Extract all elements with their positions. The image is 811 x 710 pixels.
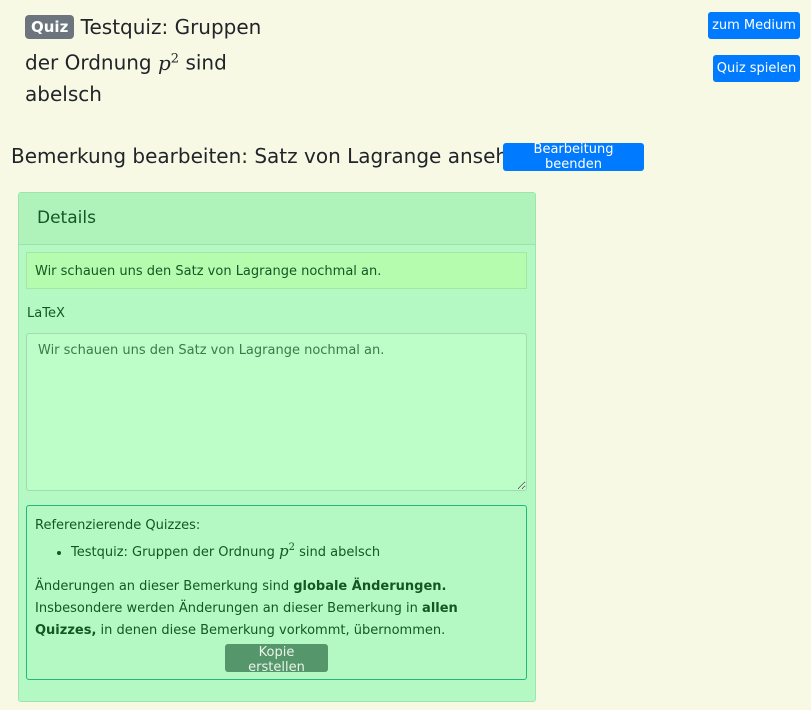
quiz-badge: Quiz <box>25 15 75 39</box>
ref-item[interactable]: Testquiz: Gruppen der Ordnung p2 sind ab… <box>71 537 518 564</box>
info-box: Referenzierende Quizzes: Testquiz: Grupp… <box>26 505 527 680</box>
details-card: Details Wir schauen uns den Satz von Lag… <box>18 192 536 702</box>
card-header: Details <box>19 193 535 245</box>
end-editing-button[interactable]: Bearbeitung beenden <box>503 142 644 172</box>
title-math: p2 <box>157 50 180 75</box>
quiz-spielen-button[interactable]: Quiz spielen <box>713 55 800 82</box>
page-heading: Bemerkung bearbeiten: Satz von Lagrange … <box>11 144 534 168</box>
quiz-title: Quiz Testquiz: Gruppen der Ordnung p2 si… <box>25 12 265 110</box>
latex-textarea[interactable]: Wir schauen uns den Satz von Lagrange no… <box>26 333 527 491</box>
ref-label: Referenzierende Quizzes: <box>35 518 201 533</box>
latex-label: LaTeX <box>27 306 65 321</box>
global-change-notice: Änderungen an dieser Bemerkung sind glob… <box>35 579 458 638</box>
zum-medium-button[interactable]: zum Medium <box>708 12 800 39</box>
copy-button[interactable]: Kopie erstellen <box>225 644 328 675</box>
ref-list: Testquiz: Gruppen der Ordnung p2 sind ab… <box>35 537 518 564</box>
preview-box: Wir schauen uns den Satz von Lagrange no… <box>26 252 527 289</box>
